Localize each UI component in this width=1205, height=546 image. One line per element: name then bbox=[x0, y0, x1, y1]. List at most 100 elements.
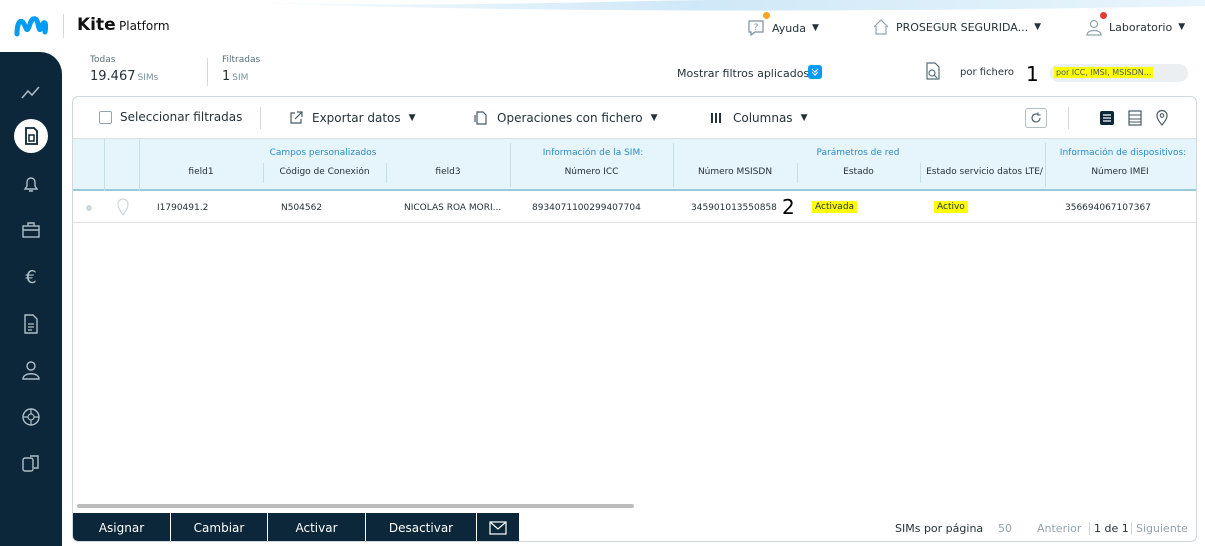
sidebar-item-alerts[interactable] bbox=[17, 170, 45, 198]
columns-label: Columnas bbox=[733, 111, 793, 125]
sidebar-item-billing[interactable]: € bbox=[17, 263, 45, 291]
export-button[interactable]: Exportar datos ▼ bbox=[288, 110, 416, 126]
chevron-down-icon: ▼ bbox=[800, 113, 808, 123]
filtered-sims-unit: SIM bbox=[232, 73, 249, 83]
briefcase-icon bbox=[22, 222, 40, 238]
cell-lte-status-badge: Activo bbox=[934, 201, 968, 213]
column-divider bbox=[104, 139, 105, 191]
toolbar-separator bbox=[260, 107, 261, 129]
sidebar-item-reports[interactable] bbox=[17, 310, 45, 338]
cell-msisdn: 345901013550858 bbox=[691, 203, 777, 213]
sim-card-icon bbox=[25, 127, 38, 145]
column-divider bbox=[1045, 143, 1046, 187]
top-bar: Kite Platform ? Ayuda ▼ PROSEGUR SEGURID… bbox=[0, 0, 1205, 52]
sidebar-item-dashboard[interactable] bbox=[17, 78, 45, 106]
by-file-label[interactable]: por fichero bbox=[960, 67, 1014, 78]
checkbox[interactable] bbox=[99, 110, 112, 124]
filtered-sims-label: Filtradas bbox=[222, 55, 261, 65]
refresh-icon bbox=[1031, 112, 1041, 123]
sim-search-placeholder: por ICC, IMSI, MSISDN... bbox=[1054, 67, 1154, 78]
network-icon bbox=[22, 408, 40, 426]
cell-icc: 8934071100299407704 bbox=[532, 203, 641, 213]
columns-icon bbox=[711, 113, 721, 123]
filtered-sims-count: 1 SIM bbox=[222, 69, 248, 84]
all-sims-label: Todas bbox=[90, 55, 116, 65]
sidebar-item-users[interactable] bbox=[17, 356, 45, 384]
cell-imei: 356694067107367 bbox=[1065, 203, 1151, 213]
annotation-number-1: 1 bbox=[1026, 62, 1039, 86]
column-header-status[interactable]: Estado bbox=[797, 167, 920, 177]
select-filtered-label: Seleccionar filtradas bbox=[120, 110, 243, 124]
group-header-network: Parámetros de red bbox=[816, 148, 900, 158]
column-header-connection-code[interactable]: Código de Conexión bbox=[263, 167, 386, 177]
column-header-icc[interactable]: Número ICC bbox=[510, 167, 673, 177]
help-label: Ayuda bbox=[772, 21, 806, 35]
sidebar-item-business[interactable] bbox=[17, 216, 45, 244]
sidebar: € bbox=[0, 52, 62, 546]
column-header-field1[interactable]: field1 bbox=[139, 167, 263, 177]
table-header: Campos personalizados Información de la … bbox=[73, 139, 1196, 191]
chevron-down-icon: ▼ bbox=[1178, 22, 1186, 32]
sim-summary: Todas 19.467 SIMs Filtradas 1 SIM Mostrar … bbox=[62, 52, 1205, 96]
change-button[interactable]: Cambiar bbox=[171, 513, 267, 541]
group-header-custom-fields: Campos personalizados bbox=[269, 148, 377, 158]
brand-separator bbox=[63, 14, 64, 38]
toolbar-separator bbox=[1068, 107, 1069, 129]
all-sims-value: 19.467 bbox=[90, 69, 136, 84]
user-icon bbox=[22, 361, 40, 380]
table-row[interactable]: I1790491.2 N504562 NICOLAS ROA MORI... 8… bbox=[73, 193, 1196, 223]
summary-separator bbox=[207, 58, 208, 86]
location-pin-icon[interactable] bbox=[115, 197, 131, 217]
home-icon bbox=[873, 19, 889, 35]
column-divider bbox=[673, 143, 674, 187]
export-icon bbox=[290, 111, 303, 124]
chevron-down-icon: ▼ bbox=[650, 113, 658, 123]
movistar-logo-icon bbox=[14, 16, 48, 37]
horizontal-scrollbar[interactable] bbox=[77, 504, 634, 508]
column-header-msisdn[interactable]: Número MSISDN bbox=[673, 167, 797, 177]
bell-icon bbox=[23, 177, 39, 192]
assign-button[interactable]: Asignar bbox=[73, 513, 170, 541]
help-menu[interactable]: ? Ayuda ▼ bbox=[746, 18, 819, 38]
per-page-select[interactable]: 50 bbox=[998, 522, 1012, 535]
message-button[interactable] bbox=[477, 513, 519, 541]
show-filters-toggle[interactable] bbox=[808, 65, 822, 79]
user-icon bbox=[1086, 19, 1102, 36]
file-operations-label: Operaciones con fichero bbox=[497, 111, 643, 125]
sidebar-item-devices[interactable] bbox=[17, 450, 45, 478]
page-indicator: 1 de 1 bbox=[1089, 522, 1129, 535]
next-page-button[interactable]: Siguiente bbox=[1131, 522, 1188, 535]
document-icon bbox=[24, 314, 38, 334]
file-operations-icon bbox=[474, 111, 487, 125]
deactivate-button[interactable]: Desactivar bbox=[366, 513, 476, 541]
card-view-icon[interactable] bbox=[1127, 110, 1143, 126]
devices-icon bbox=[22, 455, 39, 472]
activate-button[interactable]: Activar bbox=[268, 513, 365, 541]
euro-icon: € bbox=[25, 267, 36, 288]
cell-status-badge: Activada bbox=[812, 201, 858, 213]
previous-page-button[interactable]: Anterior bbox=[1037, 522, 1081, 535]
chevron-double-down-icon bbox=[811, 68, 819, 76]
map-view-icon[interactable] bbox=[1154, 109, 1170, 127]
column-header-imei[interactable]: Número IMEI bbox=[1045, 167, 1195, 177]
select-filtered-checkbox[interactable]: Seleccionar filtradas bbox=[99, 110, 242, 124]
app-brand: Kite bbox=[77, 15, 116, 35]
company-selector[interactable]: PROSEGUR SEGURIDA... ▼ bbox=[872, 18, 1041, 36]
file-search-icon[interactable] bbox=[924, 61, 942, 83]
refresh-button[interactable] bbox=[1025, 108, 1047, 128]
list-view-icon[interactable] bbox=[1099, 110, 1115, 126]
user-name: Laboratorio bbox=[1109, 20, 1173, 34]
sidebar-item-network[interactable] bbox=[17, 403, 45, 431]
column-header-field3[interactable]: field3 bbox=[386, 167, 510, 177]
chevron-down-icon: ▼ bbox=[1034, 22, 1041, 32]
columns-button[interactable]: Columnas ▼ bbox=[709, 110, 807, 126]
column-divider bbox=[510, 143, 511, 187]
show-filters-label: Mostrar filtros aplicados bbox=[677, 67, 810, 80]
group-header-sim-info: Información de la SIM: bbox=[542, 148, 644, 158]
column-header-lte-service[interactable]: Estado servicio datos LTE/ bbox=[924, 167, 1045, 177]
all-sims-unit: SIMs bbox=[137, 73, 159, 83]
cell-field3: NICOLAS ROA MORI... bbox=[404, 203, 502, 213]
sidebar-item-sims[interactable] bbox=[14, 119, 48, 153]
user-menu[interactable]: Laboratorio ▼ bbox=[1085, 18, 1185, 36]
file-operations-button[interactable]: Operaciones con fichero ▼ bbox=[473, 110, 658, 126]
